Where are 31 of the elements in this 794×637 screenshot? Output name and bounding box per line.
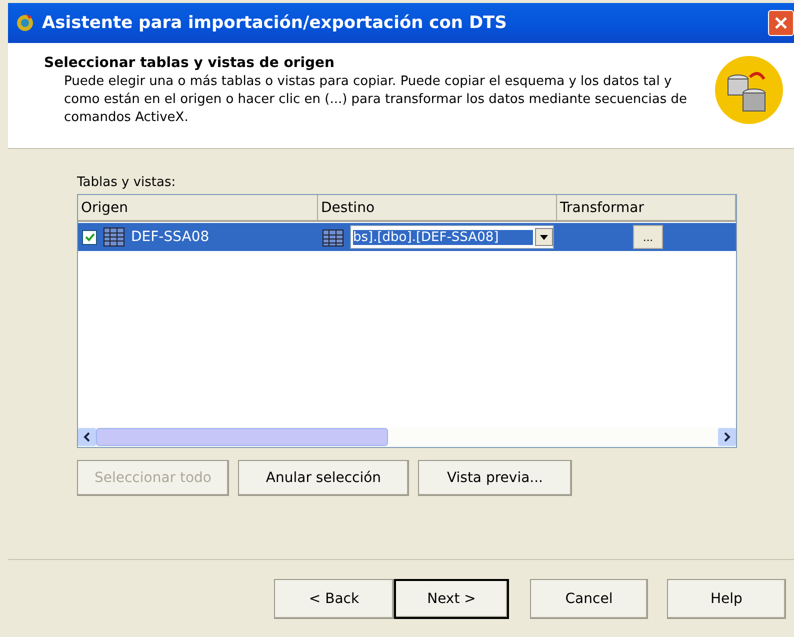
table-icon	[103, 227, 125, 247]
caret-icon	[540, 234, 548, 240]
action-button[interactable]: Vista previa...	[418, 460, 572, 496]
column-header[interactable]: Transformar	[557, 195, 736, 222]
action-button[interactable]: Anular selección	[238, 460, 409, 496]
scroll-right-button[interactable]	[718, 428, 736, 446]
transform-button[interactable]: ...	[633, 225, 663, 249]
horizontal-scrollbar[interactable]	[78, 427, 736, 447]
close-icon	[774, 16, 788, 30]
wizard-icon	[14, 12, 36, 34]
checkbox[interactable]	[82, 230, 97, 244]
table-row[interactable]: DEF-SSA08 bs].[dbo].[DEF-SSA08] ...	[78, 223, 736, 251]
scroll-left-button[interactable]	[78, 428, 96, 446]
column-header[interactable]: Destino	[318, 195, 557, 222]
nav-button[interactable]: < Back	[274, 578, 394, 618]
table-icon	[322, 227, 344, 247]
column-header[interactable]: Origen	[78, 195, 318, 222]
destination-dropdown[interactable]: bs].[dbo].[DEF-SSA08]	[350, 225, 554, 249]
chevron-right-icon	[723, 432, 731, 442]
page-title: Seleccionar tablas y vistas de origen	[44, 55, 336, 71]
nav-button[interactable]: Next >	[394, 578, 509, 618]
close-button[interactable]	[768, 10, 794, 36]
page-description: Puede elegir una o más tablas o vistas para copiar. Puede copiar el esquema y los datos tal y como están en el origen o hacer clic en (...) para transformar los datos mediante secuencias de comandos ActiveX.	[63, 73, 688, 127]
chevron-left-icon	[83, 432, 91, 442]
window-title: Asistente para importación/exportación con DTS	[42, 13, 508, 33]
nav-button[interactable]: Cancel	[530, 578, 648, 618]
table-label: Tablas y vistas:	[77, 175, 177, 190]
nav-button[interactable]: Help	[667, 578, 786, 618]
source-name: DEF-SSA08	[131, 229, 210, 245]
dropdown-button[interactable]	[535, 228, 553, 246]
database-copy-icon	[714, 55, 784, 125]
